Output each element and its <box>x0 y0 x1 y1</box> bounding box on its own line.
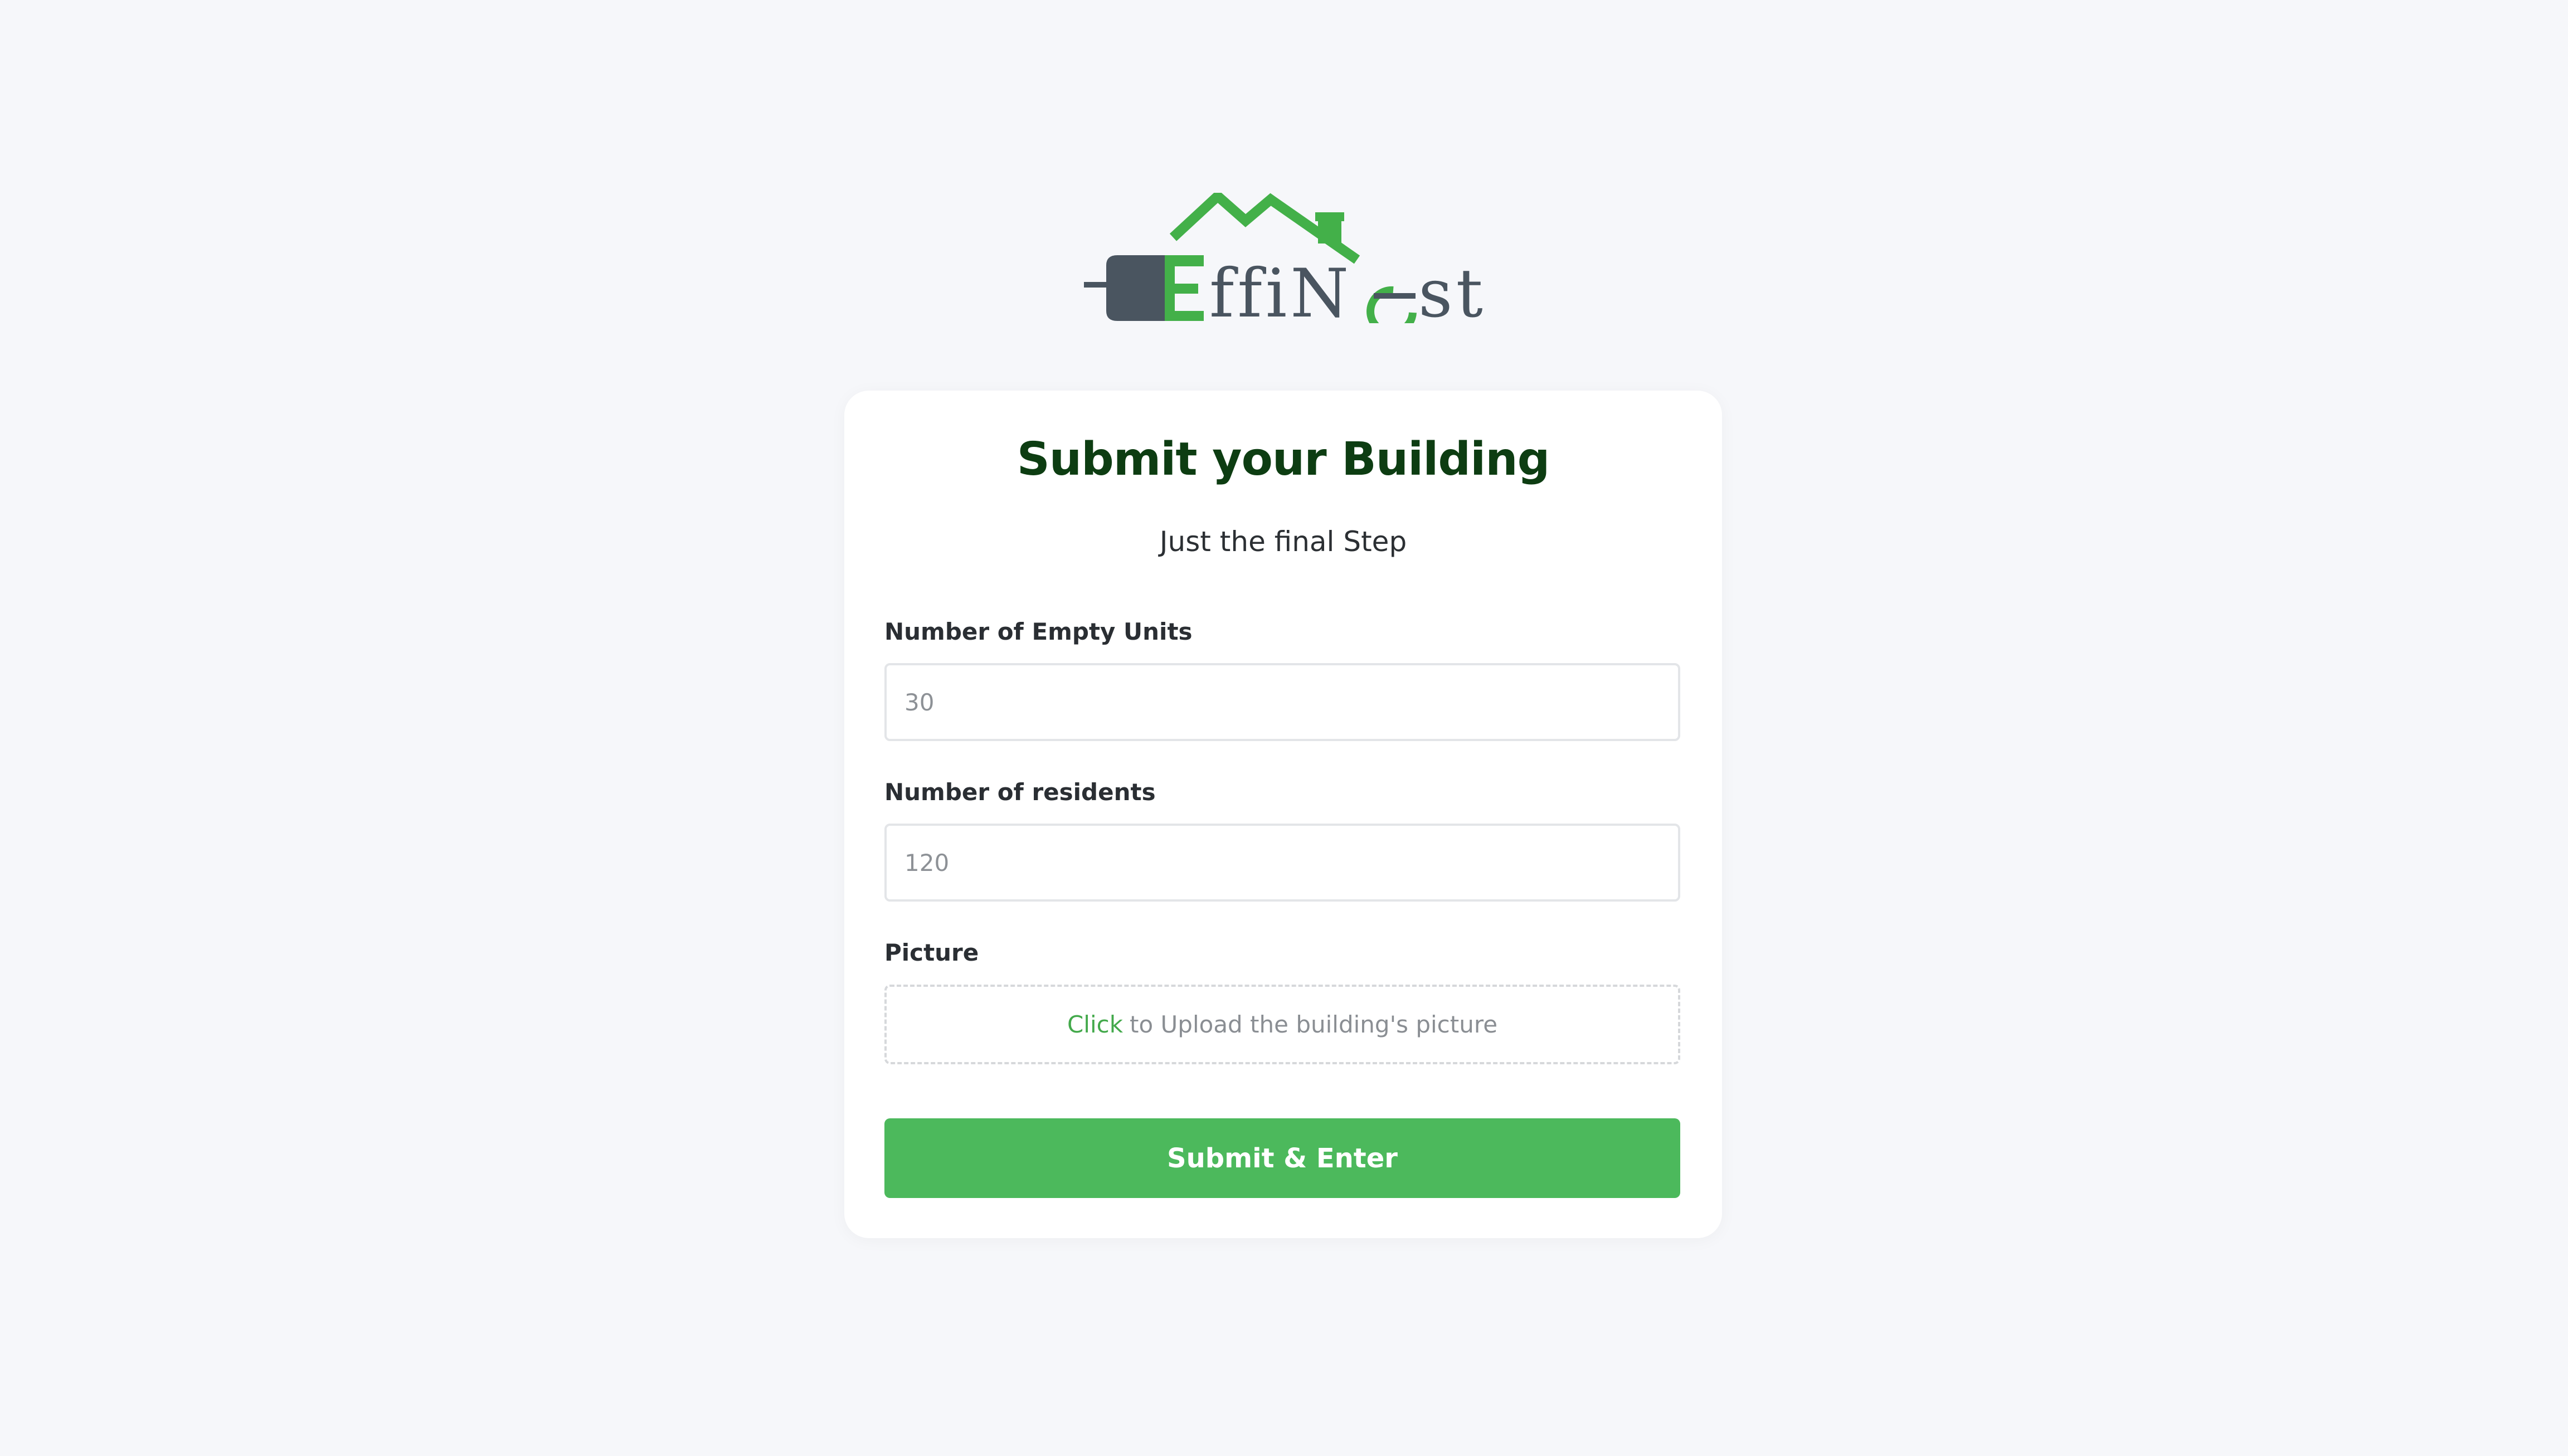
residents-input[interactable] <box>884 824 1680 902</box>
page-title: Submit your Building <box>1016 433 1550 486</box>
page-subtitle: Just the final Step <box>1159 525 1407 558</box>
svg-text:ffiN: ffiN <box>1209 255 1352 323</box>
empty-units-label: Number of Empty Units <box>884 618 1193 645</box>
upload-click-link[interactable]: Click <box>1067 1011 1123 1038</box>
submit-building-card: Submit your Building Just the final Step… <box>844 391 1722 1238</box>
effinest-logo: ffiN st <box>1084 193 1485 323</box>
page: ffiN st Submit your Building Just the fi… <box>0 0 2568 1456</box>
residents-label: Number of residents <box>884 778 1156 806</box>
svg-text:st: st <box>1418 255 1485 323</box>
picture-label: Picture <box>884 939 979 966</box>
submit-enter-button[interactable]: Submit & Enter <box>884 1118 1680 1198</box>
empty-units-input[interactable] <box>884 663 1680 741</box>
upload-hint-text: to Upload the building's picture <box>1130 1011 1498 1038</box>
picture-upload-dropzone[interactable]: Click to Upload the building's picture <box>884 985 1680 1064</box>
